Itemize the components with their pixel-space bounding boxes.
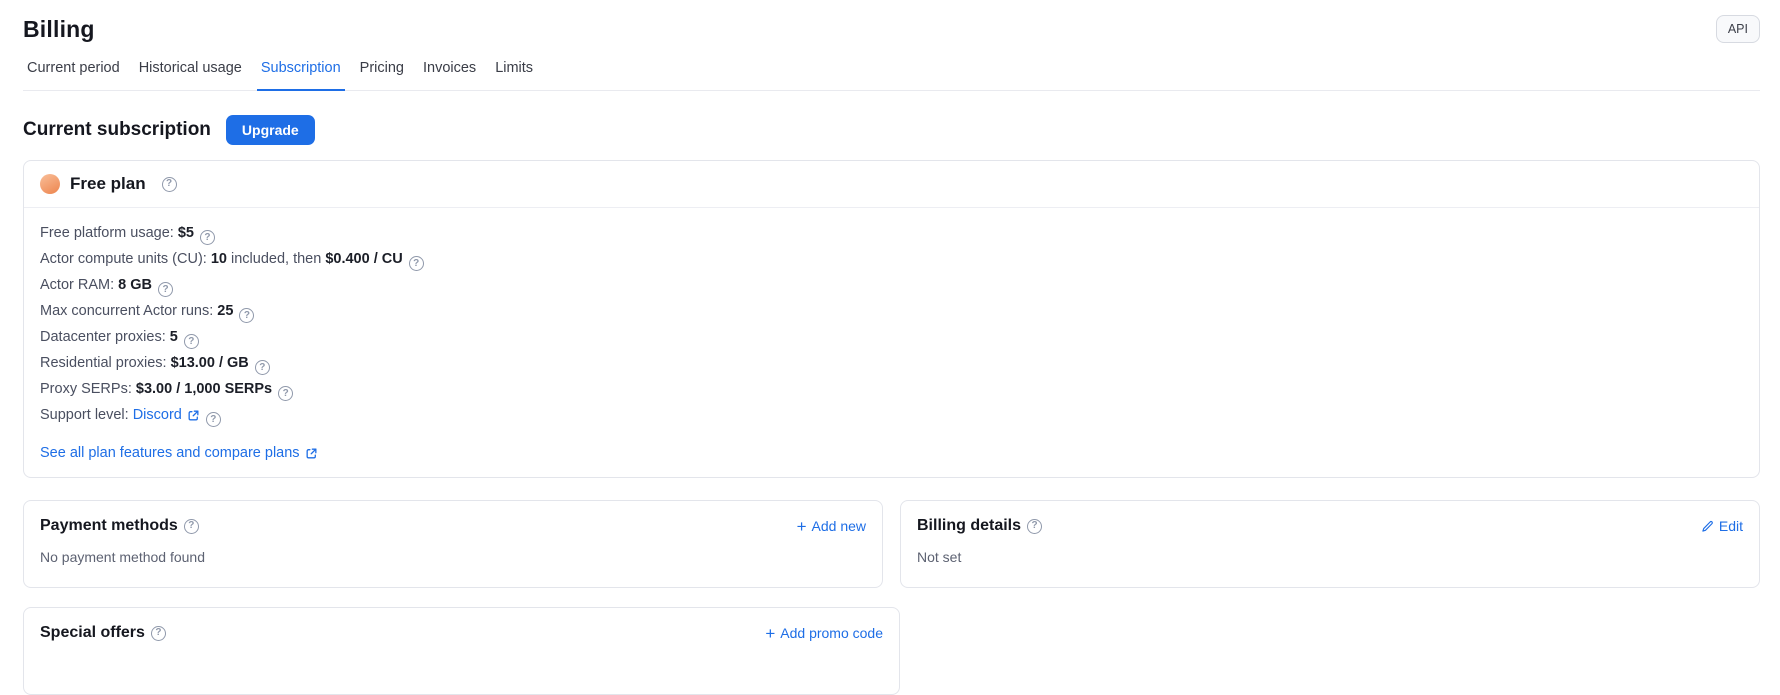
plan-feature-row: Actor compute units (CU): 10 included, t… bbox=[40, 251, 1743, 271]
billing-page: Billing API Current period Historical us… bbox=[0, 0, 1780, 695]
feature-value: $3.00 / 1,000 SERPs bbox=[136, 381, 272, 397]
billing-details-help-icon[interactable]: ? bbox=[1027, 519, 1042, 534]
special-offers-title: Special offers bbox=[40, 624, 145, 642]
external-link-icon bbox=[305, 447, 318, 460]
plan-feature-row: Support level: Discord? bbox=[40, 407, 1743, 427]
billing-details-empty-text: Not set bbox=[917, 549, 1743, 565]
plan-card: Free plan ? Free platform usage: $5? Act… bbox=[23, 160, 1760, 478]
feature-mid-text: included, then bbox=[227, 251, 325, 267]
compare-plans-row: See all plan features and compare plans bbox=[40, 444, 1743, 462]
payment-methods-empty-text: No payment method found bbox=[40, 549, 866, 565]
feature-value: 25 bbox=[217, 303, 233, 319]
payment-methods-title: Payment methods bbox=[40, 517, 178, 535]
add-promo-code-button[interactable]: + Add promo code bbox=[765, 625, 883, 641]
feature-label: Proxy SERPs: bbox=[40, 381, 136, 397]
billing-details-card: Billing details ? Edit Not set bbox=[900, 500, 1760, 588]
plan-name: Free plan bbox=[70, 174, 146, 194]
plan-card-body: Free platform usage: $5? Actor compute u… bbox=[24, 208, 1759, 477]
feature-value: $13.00 / GB bbox=[171, 355, 249, 371]
free-plan-help-icon[interactable]: ? bbox=[162, 177, 177, 192]
plus-icon: + bbox=[797, 520, 807, 533]
plan-feature-row: Free platform usage: $5? bbox=[40, 225, 1743, 245]
plan-tier-icon bbox=[40, 174, 60, 194]
payment-methods-card: Payment methods ? + Add new No payment me… bbox=[23, 500, 883, 588]
add-promo-code-label: Add promo code bbox=[780, 625, 883, 641]
plan-feature-row: Residential proxies: $13.00 / GB? bbox=[40, 355, 1743, 375]
payment-methods-header: Payment methods ? + Add new bbox=[40, 517, 866, 535]
billing-details-header: Billing details ? Edit bbox=[917, 517, 1743, 535]
feature-help-icon[interactable]: ? bbox=[278, 386, 293, 401]
feature-help-icon[interactable]: ? bbox=[255, 360, 270, 375]
compare-plans-label: See all plan features and compare plans bbox=[40, 445, 300, 461]
feature-value: $5 bbox=[178, 225, 194, 241]
current-subscription-header: Current subscription Upgrade bbox=[23, 115, 1760, 145]
feature-help-icon[interactable]: ? bbox=[409, 256, 424, 271]
plan-feature-row: Max concurrent Actor runs: 25? bbox=[40, 303, 1743, 323]
feature-value-2: $0.400 / CU bbox=[325, 251, 402, 267]
plus-icon: + bbox=[765, 627, 775, 640]
feature-label: Free platform usage: bbox=[40, 225, 178, 241]
upgrade-button[interactable]: Upgrade bbox=[226, 115, 315, 145]
feature-label: Actor RAM: bbox=[40, 277, 118, 293]
add-payment-method-label: Add new bbox=[812, 518, 866, 534]
billing-details-title: Billing details bbox=[917, 517, 1021, 535]
discord-link[interactable]: Discord bbox=[133, 407, 200, 424]
special-offers-header: Special offers ? + Add promo code bbox=[40, 624, 883, 642]
payment-billing-row: Payment methods ? + Add new No payment me… bbox=[23, 500, 1760, 588]
feature-label: Actor compute units (CU): bbox=[40, 251, 211, 267]
tab-current-period[interactable]: Current period bbox=[23, 57, 124, 91]
feature-label: Residential proxies: bbox=[40, 355, 171, 371]
page-title: Billing bbox=[23, 16, 95, 43]
payment-methods-help-icon[interactable]: ? bbox=[184, 519, 199, 534]
compare-plans-link[interactable]: See all plan features and compare plans bbox=[40, 445, 318, 461]
tab-historical-usage[interactable]: Historical usage bbox=[135, 57, 246, 91]
feature-value: 8 GB bbox=[118, 277, 152, 293]
feature-label: Support level: bbox=[40, 407, 133, 423]
special-offers-card: Special offers ? + Add promo code bbox=[23, 607, 900, 695]
current-subscription-title: Current subscription bbox=[23, 119, 211, 141]
edit-billing-details-button[interactable]: Edit bbox=[1701, 518, 1743, 534]
feature-label: Datacenter proxies: bbox=[40, 329, 170, 345]
plan-feature-row: Datacenter proxies: 5? bbox=[40, 329, 1743, 349]
feature-value: 10 bbox=[211, 251, 227, 267]
feature-help-icon[interactable]: ? bbox=[158, 282, 173, 297]
tab-limits[interactable]: Limits bbox=[491, 57, 537, 91]
discord-link-label: Discord bbox=[133, 407, 182, 424]
special-offers-row: Special offers ? + Add promo code bbox=[23, 607, 1760, 695]
tab-subscription[interactable]: Subscription bbox=[257, 57, 345, 91]
api-button[interactable]: API bbox=[1716, 15, 1760, 43]
plan-card-header: Free plan ? bbox=[24, 161, 1759, 208]
plan-feature-row: Proxy SERPs: $3.00 / 1,000 SERPs? bbox=[40, 381, 1743, 401]
tab-pricing[interactable]: Pricing bbox=[356, 57, 408, 91]
page-header: Billing API bbox=[23, 15, 1760, 43]
plan-feature-row: Actor RAM: 8 GB? bbox=[40, 277, 1743, 297]
special-offers-help-icon[interactable]: ? bbox=[151, 626, 166, 641]
add-payment-method-button[interactable]: + Add new bbox=[797, 518, 866, 534]
tab-invoices[interactable]: Invoices bbox=[419, 57, 480, 91]
edit-billing-details-label: Edit bbox=[1719, 518, 1743, 534]
feature-help-icon[interactable]: ? bbox=[239, 308, 254, 323]
feature-value: 5 bbox=[170, 329, 178, 345]
feature-help-icon[interactable]: ? bbox=[184, 334, 199, 349]
billing-tabs: Current period Historical usage Subscrip… bbox=[23, 57, 1760, 91]
pencil-icon bbox=[1701, 520, 1714, 533]
external-link-icon bbox=[187, 409, 200, 422]
feature-help-icon[interactable]: ? bbox=[200, 230, 215, 245]
feature-help-icon[interactable]: ? bbox=[206, 412, 221, 427]
feature-label: Max concurrent Actor runs: bbox=[40, 303, 217, 319]
